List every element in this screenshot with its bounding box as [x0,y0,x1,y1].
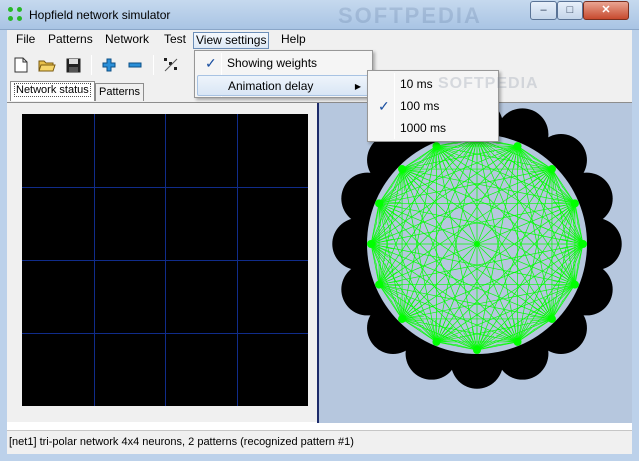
window-frame-bottom [0,454,639,461]
menu-view-settings[interactable]: View settings [193,32,270,49]
menu-patterns[interactable]: Patterns [46,32,95,49]
neuron-node [513,142,522,151]
tab-network-status[interactable]: Network status [10,81,95,101]
submenu-arrow-icon: ▶ [354,82,361,91]
neuron-node [432,142,441,151]
status-bar: [net1] tri-polar network 4x4 neurons, 2 … [7,430,632,454]
menu-item-label: 100 ms [400,99,440,113]
menu-item-showing-weights[interactable]: ✓ Showing weights [197,53,370,74]
title-bar[interactable]: Hopfield network simulator SOFTPEDIA – □… [0,0,639,30]
center-node [474,241,480,247]
menu-item-delay-100ms[interactable]: ✓ 100 ms [370,95,496,117]
remove-icon[interactable] [125,55,145,75]
menu-item-delay-1000ms[interactable]: 1000 ms [370,117,496,139]
menu-item-label: 10 ms [400,77,433,91]
tab-label: Network status [14,83,91,97]
window-frame-left [0,50,7,454]
weights-graph [332,99,622,389]
save-icon[interactable] [63,55,83,75]
status-text: [net1] tri-polar network 4x4 neurons, 2 … [9,436,354,448]
menu-item-label: Showing weights [227,56,318,70]
view-settings-dropdown: ✓ Showing weights Animation delay ▶ [194,50,373,98]
network-status-panel [7,99,632,423]
neuron-node [513,337,522,346]
neuron-node [367,240,375,248]
menu-test[interactable]: Test [162,32,188,49]
new-file-icon[interactable] [11,55,31,75]
neuron-node [398,165,407,174]
neuron-node [547,314,556,323]
menu-item-delay-10ms[interactable]: 10 ms [370,73,496,95]
tab-label: Patterns [99,86,140,98]
close-button[interactable]: ✕ [583,1,629,20]
neuron-node [375,199,384,208]
neuron-grid[interactable] [22,114,308,406]
grid-line [22,187,308,188]
toolbar-separator [153,55,154,75]
grid-line [22,333,308,334]
maximize-button[interactable]: □ [557,1,583,20]
neuron-node [547,165,556,174]
open-folder-icon[interactable] [37,55,57,75]
grid-line [22,260,308,261]
neuron-node [398,314,407,323]
menu-bar: File Patterns Network Test View settings… [0,30,639,50]
neuron-node [570,199,579,208]
toolbar-separator [91,55,92,75]
check-icon: ✓ [378,98,390,114]
neuron-grid-panel [10,106,317,419]
neuron-node [432,337,441,346]
animation-delay-submenu: SOFTPEDIA 10 ms ✓ 100 ms 1000 ms [367,70,538,142]
window-frame-right [632,50,639,454]
tab-patterns[interactable]: Patterns [95,83,144,101]
softpedia-watermark: SOFTPEDIA [338,3,482,28]
menu-file[interactable]: File [14,32,37,49]
menu-network[interactable]: Network [103,32,151,49]
window-title: Hopfield network simulator [29,8,171,22]
neuron-node [473,346,481,354]
neuron-node [570,280,579,289]
minimize-button[interactable]: – [530,1,557,20]
menu-item-label: 1000 ms [400,121,447,135]
neuron-node [579,240,587,248]
random-pattern-icon[interactable] [161,55,181,75]
check-icon: ✓ [205,55,217,71]
neuron-node [375,280,384,289]
add-icon[interactable] [99,55,119,75]
app-network-icon [8,7,22,21]
menu-help[interactable]: Help [279,32,308,49]
menu-item-label: Animation delay [228,79,314,93]
menu-item-animation-delay[interactable]: Animation delay ▶ [197,75,370,96]
weights-view-panel [319,99,632,423]
